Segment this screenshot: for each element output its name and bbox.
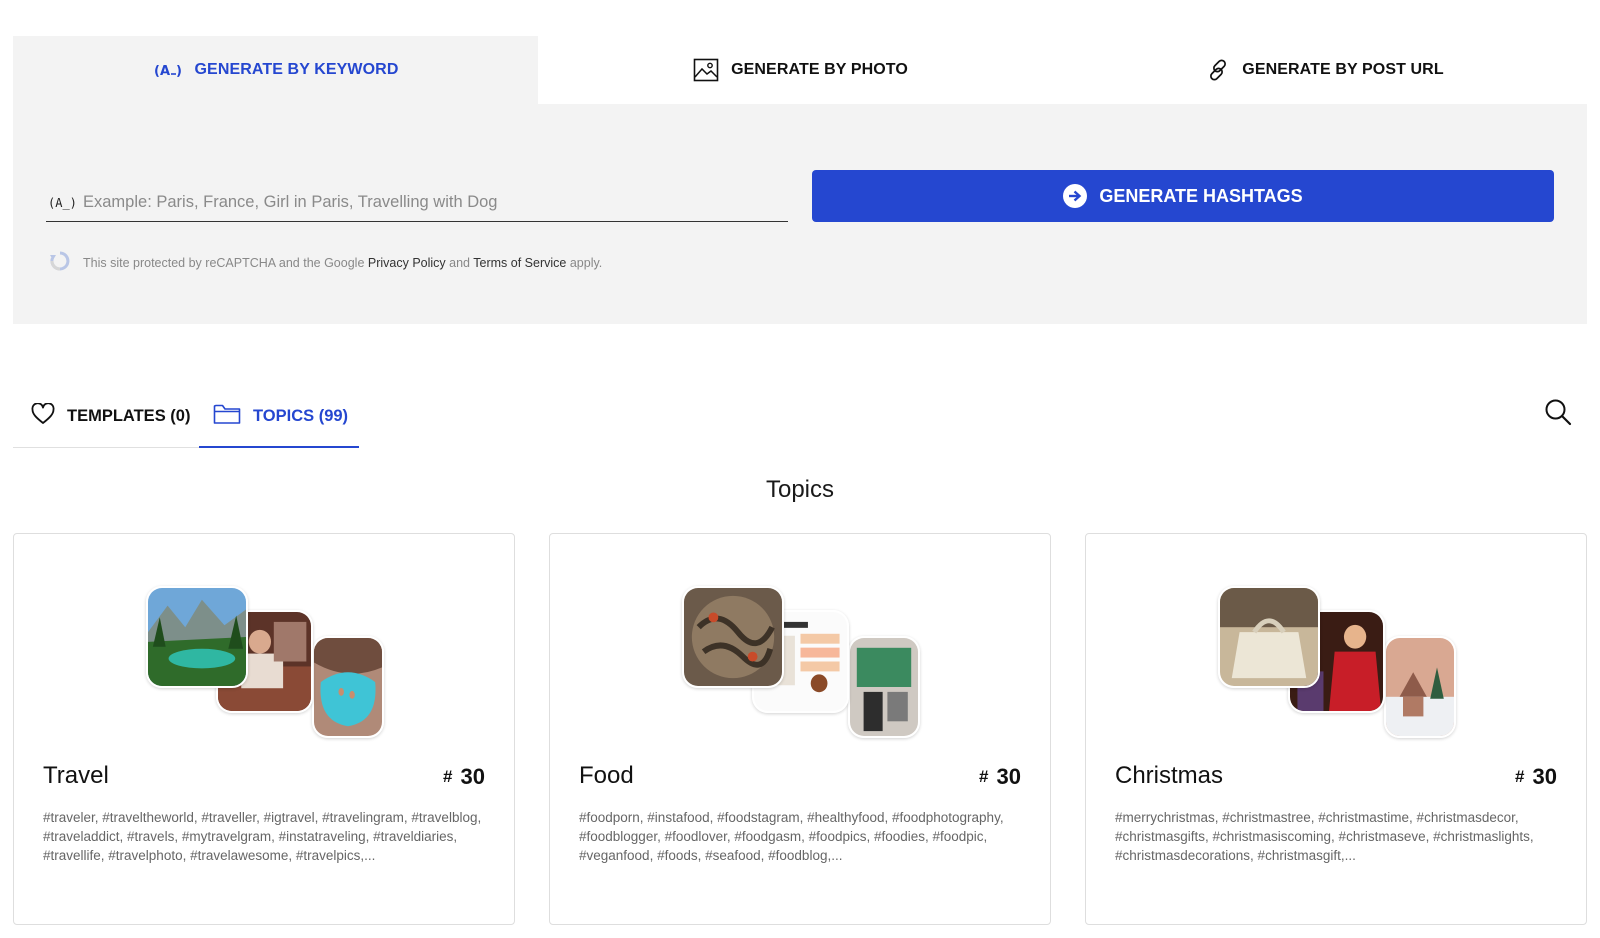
keyword-input[interactable]	[83, 187, 788, 218]
topic-name: Food	[579, 762, 634, 789]
tab-generate-by-post-url[interactable]: GENERATE BY POST URL	[1063, 36, 1587, 104]
privacy-policy-link[interactable]: Privacy Policy	[368, 256, 446, 270]
hashtag-count: # 30	[1515, 764, 1557, 790]
svg-text:(A: (A	[154, 64, 170, 79]
link-icon	[1206, 58, 1230, 82]
topic-card-travel[interactable]: Travel # 30 #traveler, #traveltheworld, …	[13, 533, 515, 925]
keyword-field: (A_)	[46, 184, 788, 222]
tab-label: GENERATE BY KEYWORD	[194, 61, 399, 78]
topic-collage	[1218, 586, 1458, 741]
generate-hashtags-label: GENERATE HASHTAGS	[1099, 185, 1303, 206]
thumbnail-image	[146, 586, 248, 688]
topic-hashtags: #foodporn, #instafood, #foodstagram, #he…	[579, 810, 1004, 863]
hash-icon: #	[1515, 767, 1525, 786]
topic-card-food[interactable]: Food # 30 #foodporn, #instafood, #foodst…	[549, 533, 1051, 925]
hashtag-count: # 30	[443, 764, 485, 790]
tab-generate-by-keyword[interactable]: (A ) GENERATE BY KEYWORD	[13, 36, 538, 104]
thumbnail-image	[848, 636, 920, 738]
tab-topics[interactable]: TOPICS (99)	[213, 384, 348, 448]
thumbnail-image	[1218, 586, 1320, 688]
recaptcha-icon	[49, 250, 71, 275]
keyword-icon: (A )	[153, 60, 183, 80]
recaptcha-notice: This site protected by reCAPTCHA and the…	[49, 250, 602, 275]
terms-of-service-link[interactable]: Terms of Service	[473, 256, 566, 270]
heart-icon	[31, 401, 55, 430]
topic-hashtags: #traveler, #traveltheworld, #traveller, …	[43, 810, 482, 863]
recaptcha-suffix: apply.	[569, 255, 603, 270]
hash-icon: #	[979, 767, 989, 786]
generate-hashtags-button[interactable]: GENERATE HASHTAGS	[812, 170, 1554, 222]
generator-panel: (A ) GENERATE BY KEYWORD GENERATE BY PHO…	[13, 36, 1587, 324]
generator-tabs: (A ) GENERATE BY KEYWORD GENERATE BY PHO…	[13, 36, 1587, 104]
tab-label: GENERATE BY POST URL	[1242, 61, 1444, 78]
topic-hashtags: #merrychristmas, #christmastree, #christ…	[1115, 810, 1534, 863]
thumbnail-image	[312, 636, 384, 738]
topic-card-christmas[interactable]: Christmas # 30 #merrychristmas, #christm…	[1085, 533, 1587, 925]
recaptcha-and: and	[449, 255, 471, 270]
hash-icon: #	[443, 767, 453, 786]
tab-label: GENERATE BY PHOTO	[731, 61, 908, 78]
tab-templates-label: TEMPLATES (0)	[67, 406, 191, 425]
thumbnail-image	[1384, 636, 1456, 738]
folder-icon	[213, 403, 241, 430]
search-icon	[1543, 399, 1573, 431]
thumbnail-image	[682, 586, 784, 688]
hashtag-count-value: 30	[460, 764, 485, 789]
tab-generate-by-photo[interactable]: GENERATE BY PHOTO	[538, 36, 1063, 104]
search-button[interactable]	[1543, 397, 1573, 427]
hashtag-count: # 30	[979, 764, 1021, 790]
topic-collage	[682, 586, 922, 741]
tab-divider	[13, 447, 199, 448]
section-title: Topics	[765, 476, 835, 503]
svg-text:): )	[176, 64, 182, 79]
topic-name: Christmas	[1115, 762, 1224, 789]
tab-templates[interactable]: TEMPLATES (0)	[31, 384, 190, 448]
active-tab-indicator	[199, 446, 359, 448]
hashtag-count-value: 30	[996, 764, 1021, 789]
topic-collage	[146, 586, 386, 741]
library-tabs: TEMPLATES (0) TOPICS (99)	[13, 384, 1587, 448]
topic-name: Travel	[43, 762, 109, 789]
recaptcha-text: This site protected by reCAPTCHA and the…	[83, 255, 365, 270]
tab-topics-label: TOPICS (99)	[253, 406, 349, 425]
keyword-prefix-icon: (A_)	[48, 195, 77, 210]
arrow-right-circle-icon	[1063, 184, 1088, 208]
image-icon	[693, 58, 719, 82]
hashtag-count-value: 30	[1532, 764, 1557, 789]
